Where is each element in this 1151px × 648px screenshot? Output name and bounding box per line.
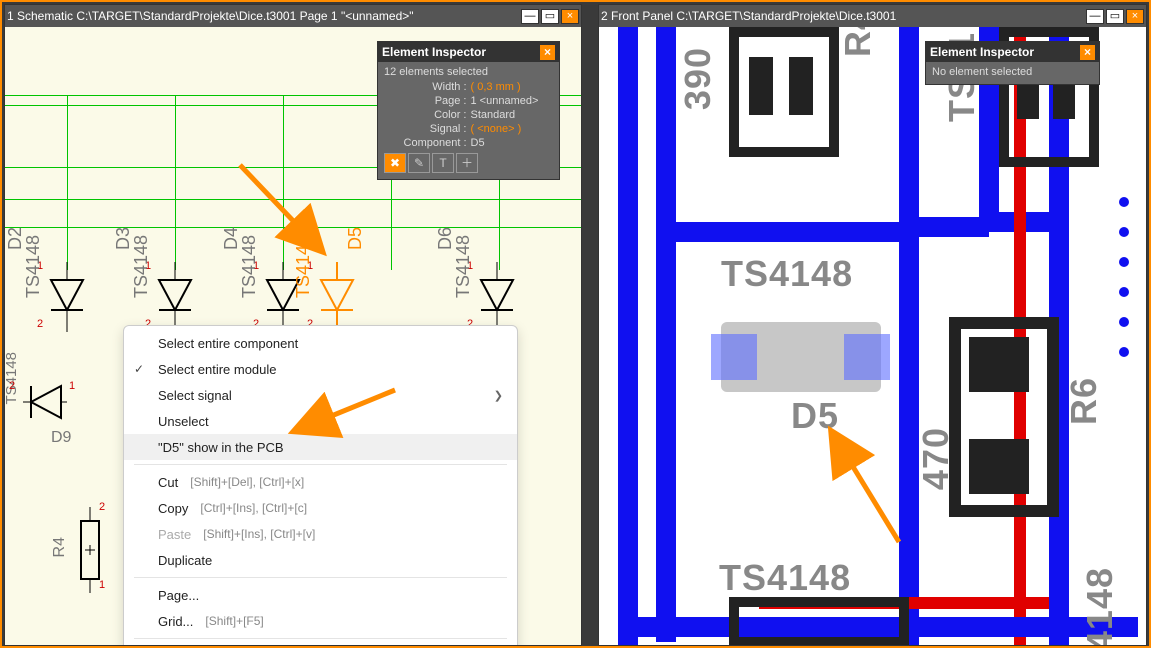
tool-delete-icon[interactable]: ✖ <box>384 153 406 173</box>
resistor-r4[interactable]: 2 1 <box>77 507 103 598</box>
pcb-trace[interactable] <box>656 27 676 642</box>
separator <box>134 577 507 578</box>
pcb-trace[interactable] <box>909 217 989 237</box>
pcb-label-r4: R4 <box>837 27 879 57</box>
diode-d6[interactable]: 1 2 D6 TS4148 <box>475 262 519 332</box>
ctx-page[interactable]: Page... <box>124 582 517 608</box>
pcb-d5-value: TS4148 <box>721 253 853 295</box>
pcb-trace[interactable] <box>899 27 919 645</box>
schematic-titlebar[interactable]: 1 Schematic C:\TARGET\StandardProjekte\D… <box>5 5 581 27</box>
close-button[interactable]: × <box>561 9 579 24</box>
wire[interactable] <box>283 95 284 270</box>
separator <box>134 464 507 465</box>
separator <box>134 638 507 639</box>
minimize-button[interactable]: — <box>521 9 539 24</box>
wire[interactable] <box>67 95 68 270</box>
pcb-component[interactable] <box>949 317 1059 517</box>
pin-2: 2 <box>37 318 43 330</box>
pcb-label-ts-bottom: TS4148 <box>719 557 851 599</box>
diode-d3[interactable]: 1 2 D3 TS4148 <box>153 262 197 332</box>
ctx-select-module[interactable]: ✓Select entire module <box>124 356 517 382</box>
inspector-subtitle: 12 elements selected <box>384 66 553 78</box>
ctx-show-in-pcb[interactable]: "D5" show in the PCB <box>124 434 517 460</box>
inspector-toolbar: ✖ ✎ T ＋ <box>384 153 553 173</box>
pcb-label-r6: R6 <box>1063 377 1105 425</box>
pcb-d5-pad[interactable] <box>711 334 757 380</box>
diode-value: TS4148 <box>23 235 44 298</box>
tool-text-icon[interactable]: T <box>432 153 454 173</box>
maximize-button[interactable]: ▭ <box>1106 9 1124 24</box>
ctx-unselect[interactable]: Unselect <box>124 408 517 434</box>
d9-ref: D9 <box>51 429 71 447</box>
diode-d9[interactable]: 2 1 <box>23 382 67 428</box>
pcb-label-470: 470 <box>915 427 957 490</box>
wire[interactable] <box>5 199 581 200</box>
pcb-label-390: 390 <box>677 47 719 110</box>
pcb-label-4148: 4148 <box>1079 567 1121 645</box>
check-icon: ✓ <box>134 362 144 376</box>
pcb-d5-pad[interactable] <box>844 334 890 380</box>
tool-add-icon[interactable]: ＋ <box>456 153 478 173</box>
schematic-canvas[interactable]: 1 2 D2 TS4148 1 2 D3 TS4148 1 2 D4 TS414… <box>5 27 581 645</box>
ctx-copy[interactable]: Copy[Ctrl]+[Ins], [Ctrl]+[c] <box>124 495 517 521</box>
pcb-trace[interactable] <box>656 222 916 242</box>
pcb-canvas[interactable]: 390 R4 TS41 TS4148 D5 470 R6 TS4148 4148 <box>599 27 1146 645</box>
pcb-window: 2 Front Panel C:\TARGET\StandardProjekte… <box>598 4 1147 646</box>
pcb-titlebar[interactable]: 2 Front Panel C:\TARGET\StandardProjekte… <box>599 5 1146 27</box>
element-inspector-right[interactable]: Element Inspector × No element selected <box>925 41 1100 85</box>
wire[interactable] <box>175 95 176 270</box>
diode-d5-selected[interactable]: 1 2 D5 TS4148 <box>315 262 359 332</box>
pcb-title: 2 Front Panel C:\TARGET\StandardProjekte… <box>601 9 896 23</box>
inspector-subtitle: No element selected <box>932 66 1093 78</box>
ctx-grid[interactable]: Grid...[Shift]+[F5] <box>124 608 517 634</box>
element-inspector-left[interactable]: Element Inspector × 12 elements selected… <box>377 41 560 180</box>
wire[interactable] <box>5 227 581 228</box>
inspector-title: Element Inspector <box>382 45 486 59</box>
inspector-close-icon[interactable]: × <box>1080 45 1095 60</box>
pcb-trace[interactable] <box>618 27 638 645</box>
diode-value: TS4148 <box>293 235 314 298</box>
schematic-title: 1 Schematic C:\TARGET\StandardProjekte\D… <box>7 9 414 23</box>
inspector-close-icon[interactable]: × <box>540 45 555 60</box>
r4-ref: R4 <box>51 537 69 557</box>
ctx-select-component[interactable]: Select entire component <box>124 330 517 356</box>
maximize-button[interactable]: ▭ <box>541 9 559 24</box>
schematic-window: 1 Schematic C:\TARGET\StandardProjekte\D… <box>4 4 582 646</box>
ctx-group-module[interactable]: Group as a module❯ <box>124 643 517 645</box>
pcb-component[interactable] <box>729 597 909 645</box>
pcb-component[interactable] <box>729 27 839 157</box>
diode-ref: D5 <box>345 227 366 250</box>
minimize-button[interactable]: — <box>1086 9 1104 24</box>
context-menu: Select entire component ✓Select entire m… <box>123 325 518 645</box>
ctx-duplicate[interactable]: Duplicate <box>124 547 517 573</box>
diode-d2[interactable]: 1 2 D2 TS4148 <box>45 262 89 332</box>
pcb-d5-ref: D5 <box>791 395 839 437</box>
ctx-select-signal[interactable]: Select signal❯ <box>124 382 517 408</box>
close-button[interactable]: × <box>1126 9 1144 24</box>
ctx-paste: Paste[Shift]+[Ins], [Ctrl]+[v] <box>124 521 517 547</box>
d9-value: TS4148 <box>5 352 20 405</box>
ctx-cut[interactable]: Cut[Shift]+[Del], [Ctrl]+[x] <box>124 469 517 495</box>
tool-edit-icon[interactable]: ✎ <box>408 153 430 173</box>
chevron-right-icon: ❯ <box>494 389 503 402</box>
window-buttons: — ▭ × <box>521 9 579 24</box>
window-buttons: — ▭ × <box>1086 9 1144 24</box>
inspector-title: Element Inspector <box>930 45 1034 59</box>
